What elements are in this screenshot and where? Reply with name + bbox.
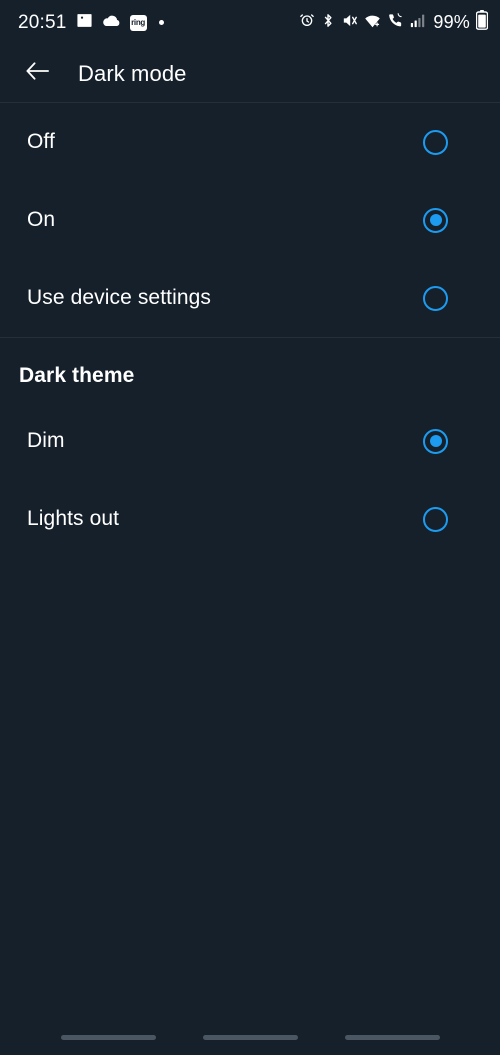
nav-home-pill[interactable] bbox=[202, 1034, 298, 1040]
bluetooth-icon bbox=[321, 12, 335, 34]
cellular-signal-icon bbox=[410, 13, 425, 33]
dark-mode-settings-screen: 20:51 ring 99% Dark mode Off On Use devi… bbox=[0, 0, 500, 1055]
option-row-dim[interactable]: Dim bbox=[0, 402, 500, 480]
radio-off[interactable] bbox=[423, 129, 448, 155]
status-bar-right: 99% bbox=[299, 10, 489, 35]
mute-icon bbox=[341, 12, 358, 34]
option-row-on[interactable]: On bbox=[0, 181, 500, 259]
radio-on[interactable] bbox=[423, 207, 448, 233]
radio-inner-dot bbox=[429, 435, 442, 447]
back-arrow-icon bbox=[25, 60, 50, 87]
image-icon bbox=[76, 12, 93, 34]
cloud-icon bbox=[102, 13, 121, 33]
option-label-dim: Dim bbox=[27, 429, 65, 452]
section-header-dark-theme: Dark theme bbox=[19, 364, 135, 387]
alarm-icon bbox=[299, 12, 315, 33]
call-icon bbox=[387, 12, 404, 33]
status-bar-left: 20:51 ring bbox=[18, 12, 164, 34]
radio-dim[interactable] bbox=[423, 428, 448, 454]
option-label-lights-out: Lights out bbox=[27, 507, 120, 530]
status-clock: 20:51 bbox=[18, 11, 67, 33]
battery-percent-label: 99% bbox=[433, 12, 470, 32]
nav-back-pill[interactable] bbox=[344, 1034, 440, 1040]
radio-use-device-settings[interactable] bbox=[423, 285, 448, 311]
radio-inner-dot bbox=[429, 214, 442, 226]
option-label-use-device-settings: Use device settings bbox=[27, 286, 211, 309]
back-button[interactable] bbox=[18, 55, 56, 93]
option-label-on: On bbox=[27, 208, 56, 231]
option-row-lights-out[interactable]: Lights out bbox=[0, 480, 500, 558]
app-bar: Dark mode bbox=[0, 45, 500, 103]
option-row-off[interactable]: Off bbox=[0, 103, 500, 181]
battery-icon bbox=[475, 10, 489, 35]
option-row-use-device-settings[interactable]: Use device settings bbox=[0, 259, 500, 337]
status-bar: 20:51 ring 99% bbox=[0, 0, 500, 45]
wifi-icon bbox=[364, 13, 381, 33]
radio-lights-out[interactable] bbox=[423, 506, 448, 532]
option-label-off: Off bbox=[27, 130, 55, 153]
dark-theme-options-group: Dim Lights out bbox=[0, 402, 500, 558]
page-title: Dark mode bbox=[78, 60, 187, 86]
ring-app-badge-icon: ring bbox=[129, 14, 147, 31]
system-nav-bar bbox=[0, 1019, 500, 1055]
dark-mode-options-group: Off On Use device settings bbox=[0, 103, 500, 337]
nav-recents-pill[interactable] bbox=[60, 1034, 156, 1040]
notification-dot-icon bbox=[158, 20, 164, 25]
